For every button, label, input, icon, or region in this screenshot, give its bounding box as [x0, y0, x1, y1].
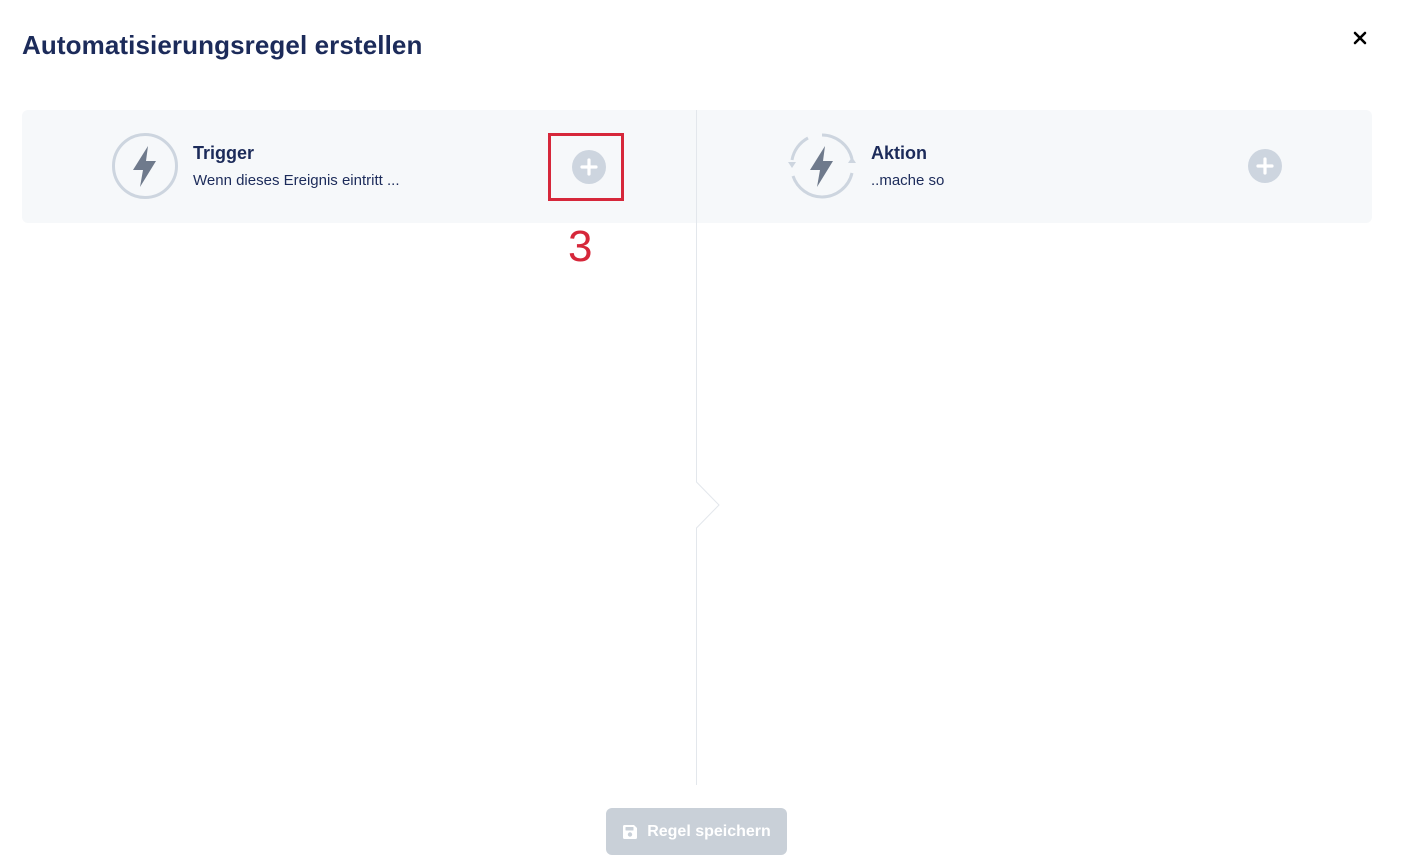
- save-button-label: Regel speichern: [647, 822, 771, 840]
- floppy-disk-icon: [622, 824, 638, 840]
- lightning-icon: [111, 132, 179, 200]
- trigger-title: Trigger: [193, 143, 255, 163]
- plus-circle-icon: [1248, 149, 1282, 183]
- action-subtitle: ..mache so: [871, 172, 945, 189]
- automation-rule-dialog: Automatisierungsregel erstellen Trigger …: [0, 0, 1411, 868]
- add-action-button[interactable]: [1248, 149, 1282, 183]
- close-icon: [1348, 26, 1372, 50]
- action-title: Aktion: [871, 143, 927, 163]
- lightning-cycle-icon: [788, 132, 856, 200]
- dialog-title: Automatisierungsregel erstellen: [22, 30, 423, 60]
- trigger-subtitle: Wenn dieses Ereignis eintritt ...: [193, 172, 400, 189]
- save-rule-button[interactable]: Regel speichern: [606, 808, 787, 855]
- close-button[interactable]: [1348, 26, 1372, 50]
- annotation-step-number: 3: [568, 222, 593, 271]
- annotation-highlight-box: [548, 133, 624, 201]
- column-divider: [696, 110, 720, 785]
